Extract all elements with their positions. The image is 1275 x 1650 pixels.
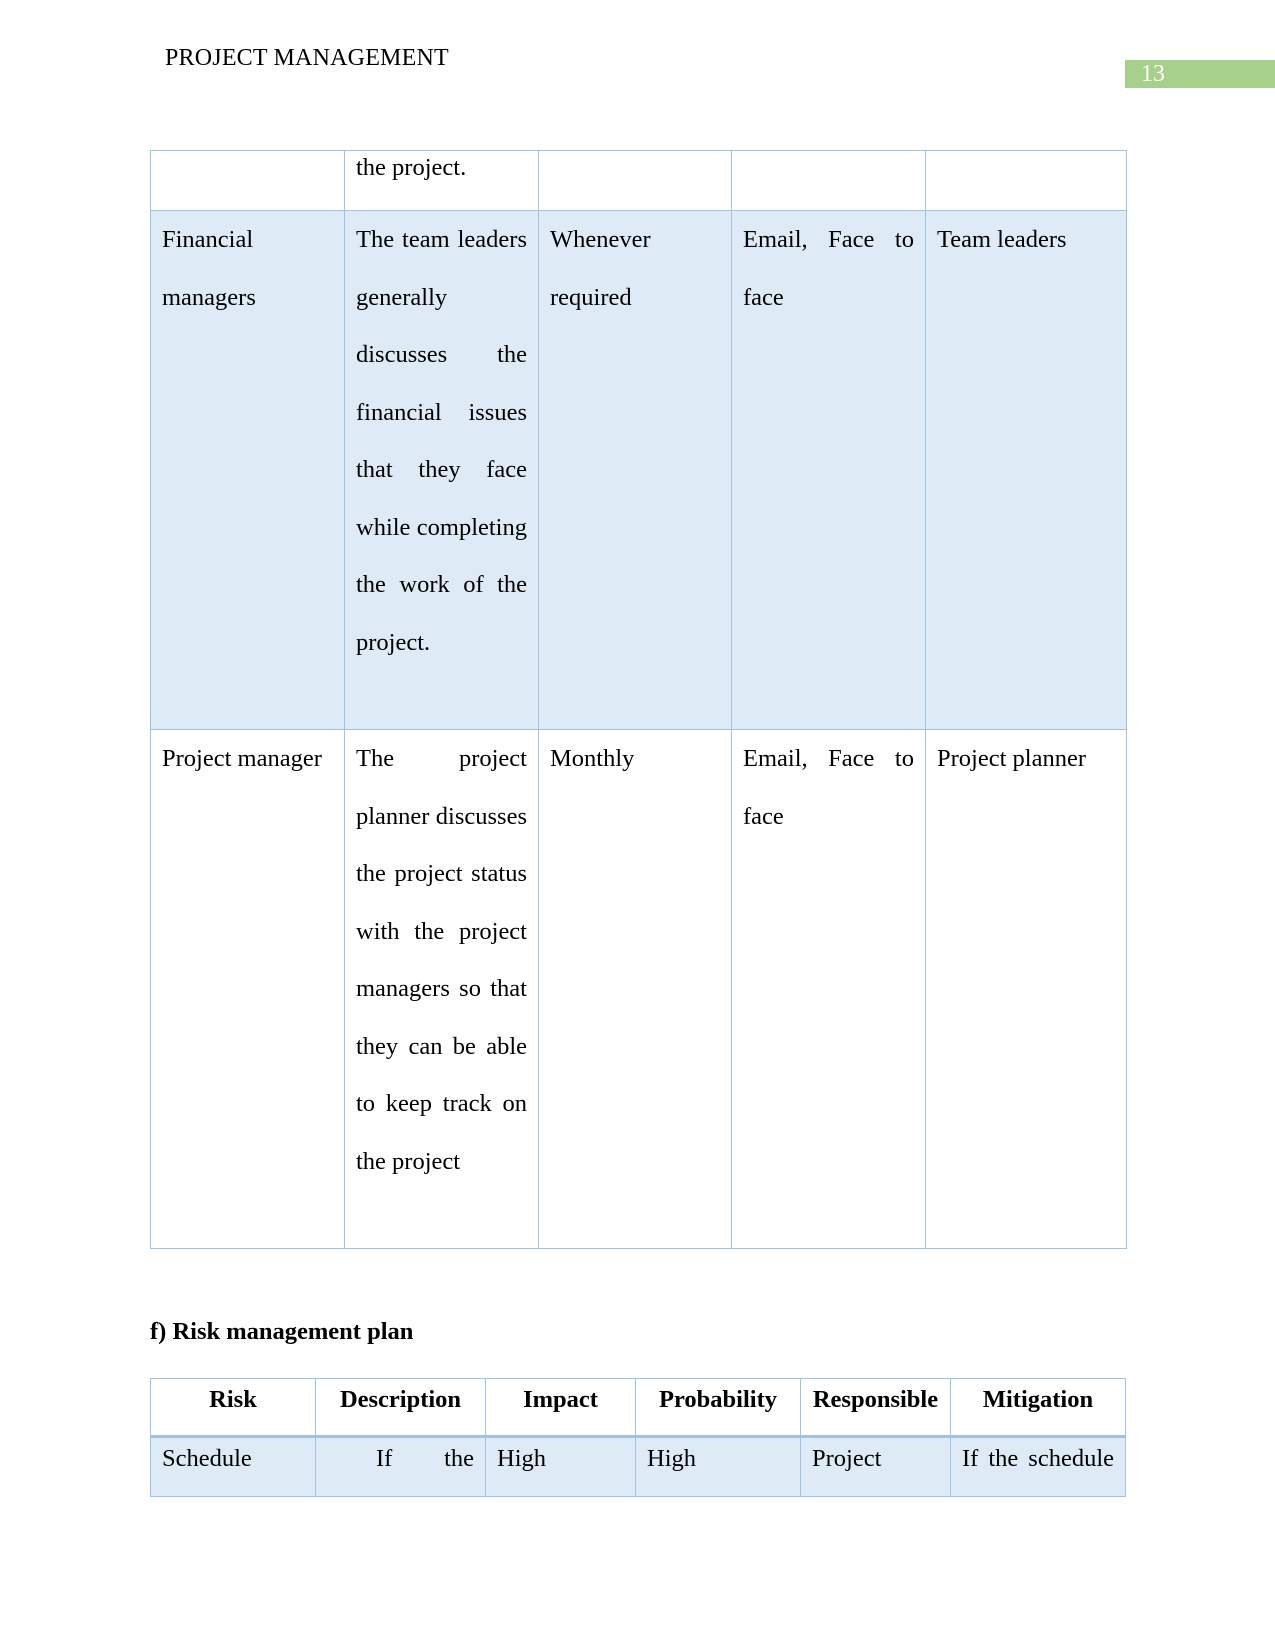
table-cell: the project. xyxy=(344,150,539,211)
column-header: Probability xyxy=(635,1378,801,1438)
table-cell: Schedule xyxy=(150,1436,316,1497)
table-cell xyxy=(925,150,1127,211)
table-cell: If the xyxy=(315,1436,486,1497)
column-header: Mitigation xyxy=(950,1378,1126,1438)
communication-table: the project. Financial managers The team… xyxy=(150,150,1127,1249)
table-cell: Monthly xyxy=(538,729,732,1249)
table-cell: Whenever required xyxy=(538,210,732,730)
column-header: Risk xyxy=(150,1378,316,1438)
column-header: Impact xyxy=(485,1378,636,1438)
table-row: Financial managers The team leaders gene… xyxy=(150,210,1127,730)
column-header: Description xyxy=(315,1378,486,1438)
table-cell xyxy=(731,150,926,211)
table-cell: The team leaders generally discusses the… xyxy=(344,210,539,730)
document-page: PROJECT MANAGEMENT 13 the project. Finan… xyxy=(0,0,1275,1650)
table-cell: Email, Face to face xyxy=(731,729,926,1249)
table-cell: Project manager xyxy=(150,729,345,1249)
table-cell: Financial managers xyxy=(150,210,345,730)
table-cell xyxy=(538,150,732,211)
table-cell: The project planner discusses the projec… xyxy=(344,729,539,1249)
table-cell: High xyxy=(485,1436,636,1497)
table-cell: High xyxy=(635,1436,801,1497)
table-cell: Team leaders xyxy=(925,210,1127,730)
page-number: 13 xyxy=(1125,60,1275,88)
table-header-row: Risk Description Impact Probability Resp… xyxy=(150,1378,1126,1438)
table-cell: Project xyxy=(800,1436,951,1497)
table-cell: Email, Face to face xyxy=(731,210,926,730)
table-row: Project manager The project planner disc… xyxy=(150,729,1127,1249)
table-cell: Project planner xyxy=(925,729,1127,1249)
risk-table: Risk Description Impact Probability Resp… xyxy=(150,1378,1126,1497)
section-heading: f) Risk management plan xyxy=(150,1318,414,1345)
table-cell xyxy=(150,150,345,211)
table-cell: If the schedule xyxy=(950,1436,1126,1497)
column-header: Responsible xyxy=(800,1378,951,1438)
table-row: Schedule If the High High Project If the… xyxy=(150,1436,1126,1497)
table-row: the project. xyxy=(150,150,1127,211)
running-header: PROJECT MANAGEMENT xyxy=(165,45,449,71)
